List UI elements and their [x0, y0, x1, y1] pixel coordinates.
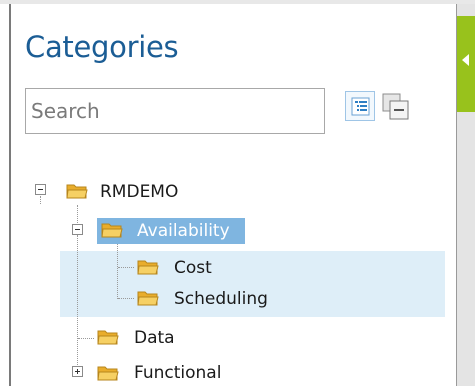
folder-icon: [97, 366, 119, 381]
tree-connector: [40, 196, 42, 204]
chevron-left-icon: [462, 54, 469, 66]
collapse-all-button[interactable]: [380, 91, 412, 123]
tree-connector: [118, 298, 134, 300]
collapse-toggle-availability[interactable]: [72, 224, 83, 235]
folder-icon: [66, 184, 88, 199]
expand-all-icon: [351, 97, 370, 116]
folder-icon: [101, 223, 123, 238]
collapse-panel-button[interactable]: [457, 16, 475, 112]
tree-item-label: Scheduling: [174, 289, 268, 309]
collapse-toggle-rmdemo[interactable]: [35, 184, 46, 195]
tree-item-label: Availability: [137, 221, 230, 241]
search-input[interactable]: [25, 88, 325, 134]
page-title: Categories: [25, 30, 179, 64]
tree-connector: [77, 235, 79, 365]
expand-all-button[interactable]: [345, 91, 375, 121]
tree-item-label: Cost: [174, 258, 212, 278]
tree-item-label: Functional: [134, 363, 222, 383]
tree-connector: [118, 267, 134, 269]
folder-icon: [137, 291, 159, 306]
tree-connector: [77, 205, 79, 223]
folder-icon: [137, 260, 159, 275]
tree-item-label: RMDEMO: [100, 182, 179, 202]
panel-left-border: [9, 4, 11, 386]
tree-item-label: Data: [134, 328, 175, 348]
folder-icon: [97, 330, 119, 345]
tree-connector: [78, 338, 94, 340]
collapse-all-icon: [382, 93, 409, 120]
expand-toggle-functional[interactable]: [72, 366, 83, 377]
tree-connector: [117, 243, 119, 299]
